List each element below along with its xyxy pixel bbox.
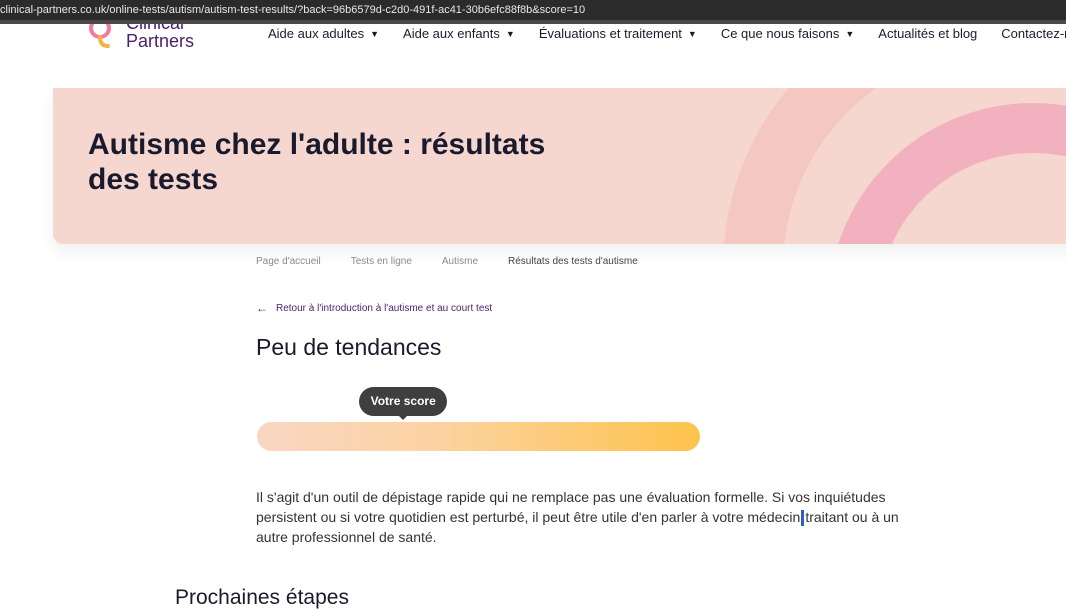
result-description: Il s'agit d'un outil de dépistage rapide… [256, 487, 906, 547]
breadcrumb-current: Résultats des tests d'autisme [508, 256, 638, 267]
back-link-label: Retour à l'introduction à l'autisme et a… [276, 302, 493, 314]
nav-label: Évaluations et traitement [538, 26, 682, 41]
site-logo[interactable]: Clinical Partners [88, 24, 228, 54]
logo-text: Clinical Partners [126, 24, 194, 50]
score-bar [257, 422, 700, 451]
nav-label: Aide aux enfants [403, 26, 500, 41]
chevron-down-icon: ▼ [845, 28, 855, 39]
browser-url-bar[interactable]: clinical-partners.co.uk/online-tests/aut… [0, 0, 1066, 20]
chevron-down-icon: ▼ [687, 28, 697, 39]
logo-line2: Partners [126, 31, 195, 51]
hero-banner: Autisme chez l'adulte : résultats des te… [53, 88, 1066, 244]
clinical-partners-logo-icon [89, 24, 111, 48]
nav-label: Ce que nous faisons [720, 26, 840, 41]
score-tooltip: Votre score [359, 387, 448, 416]
nav-item-contactez-nous[interactable]: Contactez-nous [1001, 26, 1066, 41]
chevron-down-icon: ▼ [370, 28, 380, 39]
nav-item-evaluations[interactable]: Évaluations et traitement ▼ [539, 26, 697, 41]
back-link[interactable]: ← Retour à l'introduction à l'autisme et… [256, 301, 492, 315]
chevron-down-icon: ▼ [505, 28, 515, 39]
decorative-arc [724, 88, 1066, 244]
nav-item-actualites[interactable]: Actualités et blog [878, 26, 977, 41]
score-tooltip-pointer [397, 414, 410, 420]
nav-item-aide-adultes[interactable]: Aide aux adultes ▼ [268, 26, 379, 41]
text-cursor [801, 510, 805, 527]
nav-label: Contactez-nous [1001, 26, 1066, 41]
nav-label: Aide aux adultes [268, 26, 365, 41]
description-text-1: Il s'agit d'un outil de dépistage rapide… [256, 489, 886, 525]
nav-label: Actualités et blog [878, 26, 978, 41]
next-steps-heading: Prochaines étapes [175, 586, 349, 609]
url-text: clinical-partners.co.uk/online-tests/aut… [0, 4, 586, 16]
nav-item-aide-enfants[interactable]: Aide aux enfants ▼ [403, 26, 515, 41]
breadcrumb-tests[interactable]: Tests en ligne [351, 256, 412, 267]
arrow-left-icon: ← [256, 301, 268, 315]
nav-item-ce-que-nous-faisons[interactable]: Ce que nous faisons ▼ [721, 26, 854, 41]
site-header: Clinical Partners Aide aux adultes ▼ Aid… [0, 24, 1066, 88]
result-heading: Peu de tendances [256, 334, 442, 360]
breadcrumb-autisme[interactable]: Autisme [442, 256, 478, 267]
main-nav: Aide aux adultes ▼ Aide aux enfants ▼ Év… [268, 26, 1066, 41]
breadcrumb: Page d'accueil Tests en ligne Autisme Ré… [256, 256, 668, 267]
breadcrumb-home[interactable]: Page d'accueil [256, 256, 321, 267]
page-title: Autisme chez l'adulte : résultats des te… [88, 128, 546, 196]
